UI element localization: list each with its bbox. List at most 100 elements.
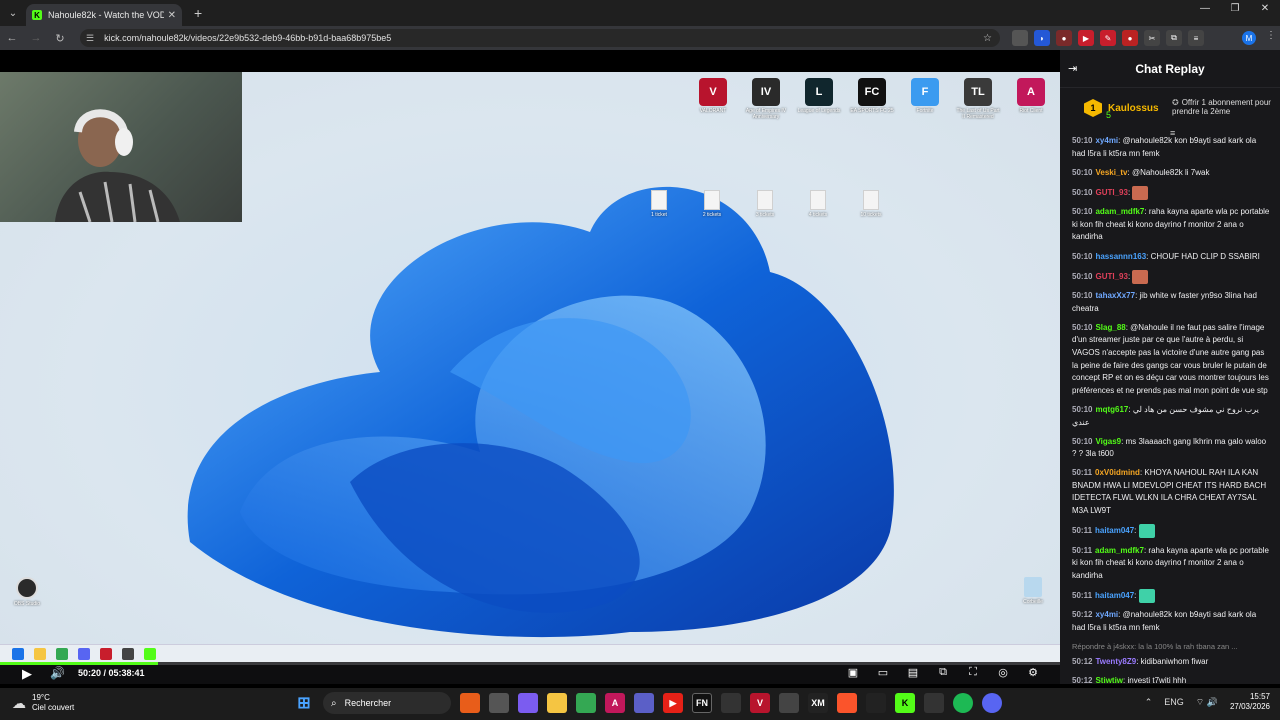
chat-username[interactable]: haitam047: [1095, 526, 1134, 535]
discord-taskbar-icon[interactable]: [982, 693, 1002, 713]
extension-icon[interactable]: ✂: [1144, 30, 1160, 46]
pip-icon[interactable]: ⧉: [936, 666, 950, 679]
app-icon[interactable]: [721, 693, 741, 713]
chat-username[interactable]: Slag_88: [1095, 323, 1125, 332]
search-icon: ⌕: [331, 697, 337, 709]
chat-username[interactable]: adam_mdfk7: [1095, 546, 1144, 555]
new-tab-button[interactable]: +: [194, 5, 202, 21]
chat-username[interactable]: hassannn163: [1095, 252, 1146, 261]
language-indicator[interactable]: ENG: [1164, 697, 1184, 707]
forward-button[interactable]: →: [24, 32, 48, 44]
task-view-icon[interactable]: [489, 693, 509, 713]
seek-bar[interactable]: [0, 662, 1060, 665]
chat-messages: 50:10 xy4mi: @nahoule82k kon b9ayti sad k…: [1060, 135, 1280, 684]
play-button[interactable]: ▶: [22, 666, 32, 682]
valorant-taskbar-icon[interactable]: V: [750, 693, 770, 713]
chat-username[interactable]: xy4mi: [1095, 610, 1118, 619]
file-icon: [757, 190, 773, 210]
browser-tab[interactable]: K Nahoule82k - Watch the VOD c ✕: [26, 4, 182, 26]
extensions-puzzle-icon[interactable]: ⧉: [1166, 30, 1182, 46]
chat-message: 50:11 adam_mdfk7: raha kayna aparte wla p…: [1072, 545, 1270, 583]
tiktok-icon[interactable]: [866, 693, 886, 713]
riot-client-icon[interactable]: A: [605, 693, 625, 713]
chat-username[interactable]: mqtg617: [1095, 405, 1128, 414]
tab-search-button[interactable]: ⌄: [0, 0, 26, 26]
chrome-icon: [56, 648, 68, 660]
file-explorer-icon[interactable]: [547, 693, 567, 713]
back-button[interactable]: ←: [0, 32, 24, 44]
extension-icon[interactable]: ●: [1056, 30, 1072, 46]
chat-username[interactable]: tahaxXx77: [1095, 291, 1135, 300]
desktop-file: 10 tickets: [860, 190, 882, 218]
chat-username[interactable]: xy4mi: [1095, 136, 1118, 145]
teams-icon[interactable]: [634, 693, 654, 713]
recycle-bin-shortcut: Corbeille: [1018, 577, 1048, 605]
file-icon: [704, 190, 720, 210]
bookmark-star-icon[interactable]: ☆: [983, 33, 992, 44]
close-window-button[interactable]: ✕: [1250, 0, 1280, 20]
clip-icon[interactable]: ▣: [846, 666, 860, 679]
xm-icon[interactable]: XM: [808, 693, 828, 713]
site-info-icon[interactable]: ☰: [86, 33, 94, 44]
speed-icon[interactable]: ◎: [996, 666, 1010, 679]
file-icon: [651, 190, 667, 210]
extension-icon[interactable]: [1012, 30, 1028, 46]
search-label: Rechercher: [344, 698, 392, 708]
windows-start-icon[interactable]: ⊞: [294, 693, 314, 713]
chat-message: 50:12 Stiwtiw: investi t7witi hhh: [1072, 675, 1270, 684]
profile-avatar[interactable]: M: [1242, 31, 1256, 45]
youtube-icon[interactable]: ▶: [663, 693, 683, 713]
extension-icon[interactable]: ✎: [1100, 30, 1116, 46]
app-icon[interactable]: [924, 693, 944, 713]
copilot-icon[interactable]: [518, 693, 538, 713]
wifi-volume-icon[interactable]: ⌔ 🔊: [1196, 697, 1218, 708]
streamed-taskbar: [0, 644, 1060, 662]
extension-icon[interactable]: ●: [1122, 30, 1138, 46]
fortnite-taskbar-icon[interactable]: FN: [692, 693, 712, 713]
chat-username[interactable]: Twenty8Z9: [1095, 657, 1136, 666]
theater-mode-icon[interactable]: ▭: [876, 666, 890, 679]
fullscreen-icon[interactable]: ⛶: [966, 666, 980, 679]
taskbar-search[interactable]: ⌕ Rechercher: [323, 692, 451, 714]
extension-icon[interactable]: ▶: [1078, 30, 1094, 46]
chat-username[interactable]: 0xV0idmind: [1095, 468, 1140, 477]
app-icon[interactable]: [460, 693, 480, 713]
system-clock[interactable]: 15:57 27/03/2026: [1230, 692, 1270, 712]
window-controls: — ❐ ✕: [1190, 0, 1280, 20]
chrome-icon[interactable]: [576, 693, 596, 713]
chat-username[interactable]: GUTI_93: [1095, 188, 1127, 197]
tray-chevron-icon[interactable]: ⌃: [1145, 697, 1153, 708]
close-tab-icon[interactable]: ✕: [168, 10, 176, 21]
extension-icon[interactable]: ◗: [1034, 30, 1050, 46]
obs-desktop-shortcut: OBS Studio: [12, 577, 42, 607]
reload-button[interactable]: ↻: [48, 32, 72, 45]
weather-widget[interactable]: ☁ 19°C Ciel couvert: [12, 693, 74, 713]
desktop-shortcut-label: VALORANT: [699, 108, 727, 114]
chat-username[interactable]: Stiwtiw: [1095, 676, 1123, 684]
browser-menu-icon[interactable]: ⋮: [1266, 30, 1276, 41]
chat-message: 50:10 tahaxXx77: jib white w faster yn9so…: [1072, 290, 1270, 315]
url-bar[interactable]: ☰ kick.com/nahoule82k/videos/22e9b532-de…: [80, 29, 1000, 47]
maximize-button[interactable]: ❐: [1220, 0, 1250, 20]
settings-gear-icon[interactable]: ⚙: [1026, 666, 1040, 679]
miniplayer-icon[interactable]: ▤: [906, 666, 920, 679]
kick-taskbar-icon[interactable]: K: [895, 693, 915, 713]
gift-leaderboard[interactable]: 1 Kaulossus 5 ✪ Offrir 1 abonnement pour …: [1060, 88, 1280, 128]
obs-label: OBS Studio: [13, 601, 41, 607]
minimize-button[interactable]: —: [1190, 0, 1220, 20]
chat-username[interactable]: Veski_tv: [1095, 168, 1127, 177]
desktop-shortcut: L League of Legends: [796, 78, 842, 120]
collapse-chat-icon[interactable]: ⇥: [1068, 62, 1077, 75]
volume-icon[interactable]: 🔊: [50, 666, 65, 680]
chat-username[interactable]: GUTI_93: [1095, 272, 1127, 281]
brave-icon[interactable]: [837, 693, 857, 713]
spotify-icon[interactable]: [953, 693, 973, 713]
reading-list-icon[interactable]: ≡: [1188, 30, 1204, 46]
obs-taskbar-icon[interactable]: [779, 693, 799, 713]
chat-username[interactable]: Vigas9: [1095, 437, 1121, 446]
chat-username[interactable]: adam_mdfk7: [1095, 207, 1144, 216]
gift-prompt[interactable]: ✪ Offrir 1 abonnement pour prendre la 2èm…: [1172, 98, 1276, 116]
video-player[interactable]: V VALORANT IV Age of Empires IV Anniversary…: [0, 72, 1060, 662]
chat-username[interactable]: haitam047: [1095, 591, 1134, 600]
message-text: @Nahoule il ne faut pas salire l'image d…: [1072, 322, 1269, 395]
